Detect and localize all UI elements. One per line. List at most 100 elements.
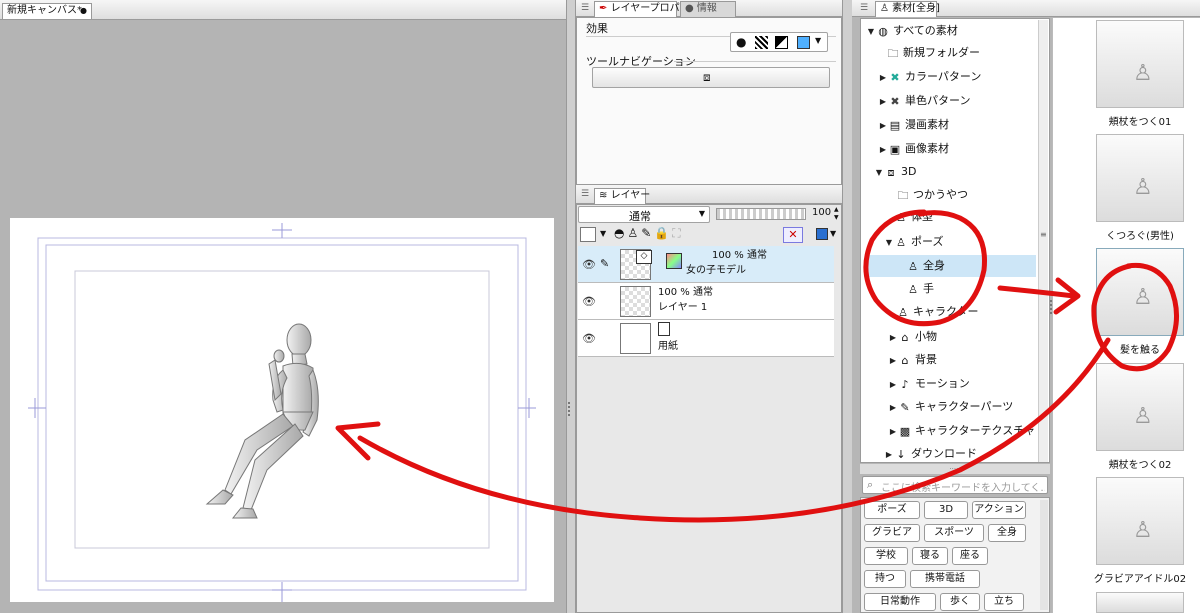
tree-item-new-folder[interactable]: 🗀 新規フォルダー <box>886 42 981 64</box>
eye-icon[interactable]: 👁 <box>582 258 596 271</box>
tree-item-hand[interactable]: ♙ 手 <box>906 278 934 300</box>
eye-icon[interactable]: 👁 <box>582 295 596 308</box>
tag-sleep[interactable]: 寝る <box>912 547 948 565</box>
tag-full-body[interactable]: 全身 <box>988 524 1026 542</box>
layer-row-girl-model[interactable]: 👁 ✎ ◇ 100 % 通常 女の子モデル <box>578 246 834 283</box>
tag-sit[interactable]: 座る <box>952 547 988 565</box>
tag-3d[interactable]: 3D <box>924 501 968 519</box>
info-tab-label: 情報 <box>696 3 717 14</box>
mask-icon[interactable]: ⛶ <box>672 226 683 240</box>
tab-layer[interactable]: ≋ レイヤー <box>594 188 650 204</box>
tag-hold[interactable]: 持つ <box>864 570 906 588</box>
parts-icon: ✎ <box>900 400 910 414</box>
thumbnail-label: グラビアアイドル02 <box>1093 574 1187 585</box>
tree-item-background[interactable]: ▶ ⌂ 背景 <box>888 349 937 371</box>
pose-figure-icon: ♙ <box>1133 285 1153 310</box>
mask-delete-icon[interactable]: ✕ <box>783 227 803 243</box>
tree-item-body-type[interactable]: ♙ 体型 <box>894 206 933 228</box>
thumbnail-item[interactable] <box>1096 592 1184 613</box>
tag-daily-action[interactable]: 日常動作 <box>864 593 936 611</box>
layer-color-icon[interactable] <box>816 228 828 240</box>
thumbnail-item-selected[interactable]: ♙ <box>1096 248 1184 336</box>
clip-icon[interactable]: ◓ <box>614 226 627 240</box>
layer-panel-menu-icon[interactable]: ☰ <box>579 188 591 200</box>
tag-pose[interactable]: ポーズ <box>864 501 920 519</box>
thumbnail-item[interactable]: ♙ <box>1096 363 1184 451</box>
layer-color-swatch[interactable] <box>580 227 596 242</box>
pose-figure-icon: ♙ <box>1133 61 1153 86</box>
divider-grip-icon <box>568 402 574 416</box>
layer-opacity-mode: 100 % 通常 <box>712 250 767 261</box>
thumbnail-splitter-grip[interactable] <box>1050 300 1053 314</box>
material-tree: ▼ ◍ すべての素材 🗀 新規フォルダー ▶ ✖ カラーパターン ▶ ✖ 単色パターン ▶ ▤ 漫… <box>860 20 1038 460</box>
tab-layer-property[interactable]: ✒ レイヤープロパティ <box>594 1 699 17</box>
search-box[interactable]: ⌕ ここに検索キーワードを入力してく… <box>862 476 1048 494</box>
tag-mobile-phone[interactable]: 携帯電話 <box>910 570 980 588</box>
canvas-panel-divider[interactable] <box>566 0 576 613</box>
tree-item-download[interactable]: ▶ ↓ ダウンロード <box>884 443 977 460</box>
canvas-tab[interactable]: 新規キャンバス* ● <box>2 3 92 19</box>
tab-material[interactable]: ♙ 素材[全身] <box>875 1 940 17</box>
tree-item-pose[interactable]: ▼ ♙ ポーズ <box>884 231 944 253</box>
layer-tab-label: レイヤー <box>610 190 651 201</box>
tree-item-image[interactable]: ▶ ▣ 画像素材 <box>878 138 949 160</box>
motion-icon: ♪ <box>901 377 909 391</box>
tag-school[interactable]: 学校 <box>864 547 908 565</box>
pose-figure-icon: ♙ <box>1133 404 1153 429</box>
figure-icon[interactable]: ♙ <box>627 226 641 240</box>
blend-mode-select[interactable]: 通常 ▼ <box>578 206 710 223</box>
thumbnail-label: 頬杖をつく01 <box>1108 117 1172 128</box>
effect-selector[interactable]: ● ▼ <box>730 32 828 52</box>
panel-menu-icon[interactable]: ☰ <box>579 2 591 14</box>
opacity-slider[interactable] <box>716 208 806 220</box>
thumbnail-item[interactable]: ♙ <box>1096 20 1184 108</box>
thumbnail-item[interactable]: ♙ <box>1096 477 1184 565</box>
tab-info[interactable]: ● 情報 <box>680 1 736 17</box>
tag-sports[interactable]: スポーツ <box>924 524 984 542</box>
chevron-down-icon[interactable]: ▼ <box>600 229 606 238</box>
tree-item-3d[interactable]: ▼ ⧈ 3D <box>874 161 917 183</box>
layer-row-layer-1[interactable]: 👁 100 % 通常 レイヤー 1 <box>578 283 834 320</box>
layer-tool-icons: ◓♙✎🔒⛶ <box>614 226 684 241</box>
tool-navigation-button[interactable]: ⧈ <box>592 67 830 88</box>
3d-model-figure[interactable] <box>195 320 325 525</box>
tree-item-manga[interactable]: ▶ ▤ 漫画素材 <box>878 114 949 136</box>
folder-icon: 🗀 <box>887 46 899 60</box>
3d-layer-icon: ◇ <box>636 250 652 264</box>
tree-item-full-body[interactable]: ♙ 全身 <box>868 255 1036 277</box>
tree-item-tsukauyatsu[interactable]: 🗀 つかうやつ <box>896 184 969 206</box>
tag-stand[interactable]: 立ち <box>984 593 1024 611</box>
tree-item-mono-pattern[interactable]: ▶ ✖ 単色パターン <box>878 90 971 112</box>
blend-mode-value: 通常 <box>629 210 651 223</box>
material-tree-scrollbar[interactable] <box>1038 20 1048 462</box>
eye-icon[interactable]: 👁 <box>582 332 596 345</box>
lock-icon[interactable]: 🔒 <box>654 226 672 240</box>
pencil-icon[interactable]: ✎ <box>641 226 654 240</box>
tree-item-character[interactable]: ♙ キャラクター <box>896 301 979 323</box>
layer-row-paper[interactable]: 👁 用紙 <box>578 320 834 357</box>
tree-item-character-texture[interactable]: ▶ ▩ キャラクターテクスチャ <box>888 420 1035 442</box>
tree-item-props[interactable]: ▶ ⌂ 小物 <box>888 326 937 348</box>
tree-item-motion[interactable]: ▶ ♪ モーション <box>888 373 970 395</box>
tree-item-all-materials[interactable]: ▼ ◍ すべての素材 <box>866 20 958 42</box>
tag-scrollbar[interactable] <box>1040 500 1048 610</box>
chevron-down-icon: ▼ <box>698 209 705 218</box>
tag-action[interactable]: アクション <box>972 501 1026 519</box>
opacity-stepper[interactable]: ▲ ▼ <box>834 206 839 222</box>
tree-splitter[interactable]: ····· <box>860 464 1050 474</box>
tag-gravure[interactable]: グラビア <box>864 524 920 542</box>
thumbnail-item[interactable]: ♙ <box>1096 134 1184 222</box>
mono-pattern-icon: ✖ <box>890 94 900 108</box>
tab-close-icon[interactable]: ● <box>80 4 87 17</box>
opacity-value: 100 <box>812 207 832 218</box>
background-icon: ⌂ <box>901 353 909 367</box>
effect-color-icon <box>797 36 810 49</box>
tree-item-character-parts[interactable]: ▶ ✎ キャラクターパーツ <box>888 396 1013 418</box>
mask-thumbnail <box>666 253 682 269</box>
effect-tone-icon <box>755 36 768 49</box>
tree-item-color-pattern[interactable]: ▶ ✖ カラーパターン <box>878 66 981 88</box>
chevron-down-icon[interactable]: ▼ <box>830 229 836 238</box>
material-panel-menu-icon[interactable]: ☰ <box>858 2 870 14</box>
tag-walk[interactable]: 歩く <box>940 593 980 611</box>
layer-opacity-mode: 100 % 通常 <box>658 287 713 298</box>
